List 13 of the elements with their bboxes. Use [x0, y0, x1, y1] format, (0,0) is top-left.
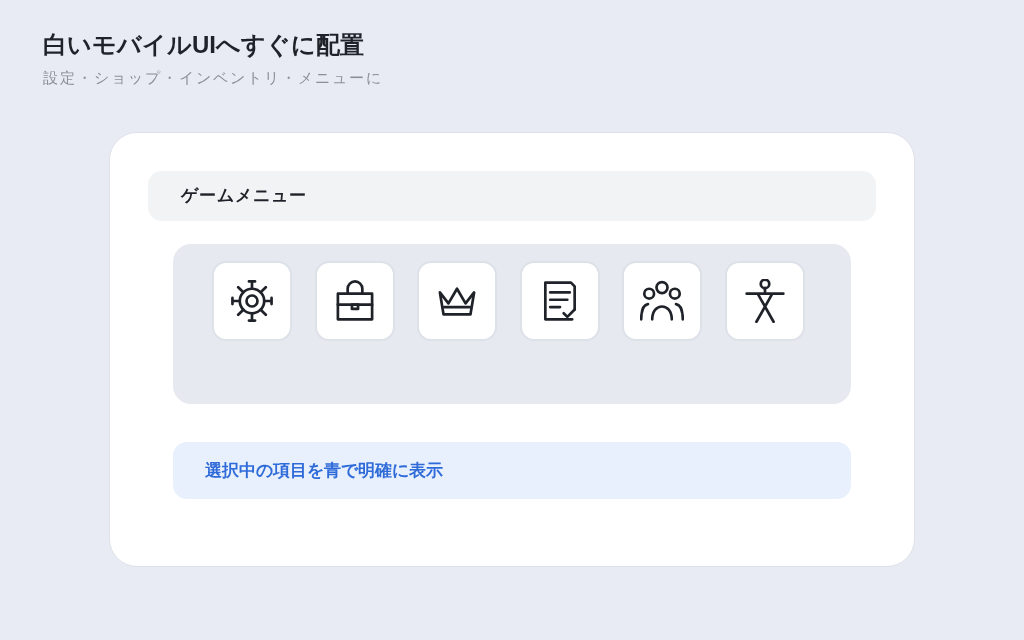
settings-icon	[230, 279, 274, 323]
note-text: 選択中の項目を青で明確に表示	[205, 459, 443, 482]
menu-tile[interactable]	[519, 261, 600, 341]
menu-heading: ゲームメニュー	[181, 185, 307, 208]
person-icon	[742, 279, 787, 323]
page-title: 白いモバイルUIへすぐに配置	[43, 30, 364, 60]
menu-tile[interactable]	[212, 261, 292, 341]
menu-tile[interactable]	[417, 261, 497, 341]
menu-tile[interactable]	[314, 261, 395, 341]
people-icon	[640, 279, 684, 323]
menu-tile[interactable]	[724, 261, 805, 341]
page-subtitle: 設定・ショップ・インベントリ・メニューに	[43, 68, 383, 88]
menu-tile[interactable]	[622, 261, 702, 341]
